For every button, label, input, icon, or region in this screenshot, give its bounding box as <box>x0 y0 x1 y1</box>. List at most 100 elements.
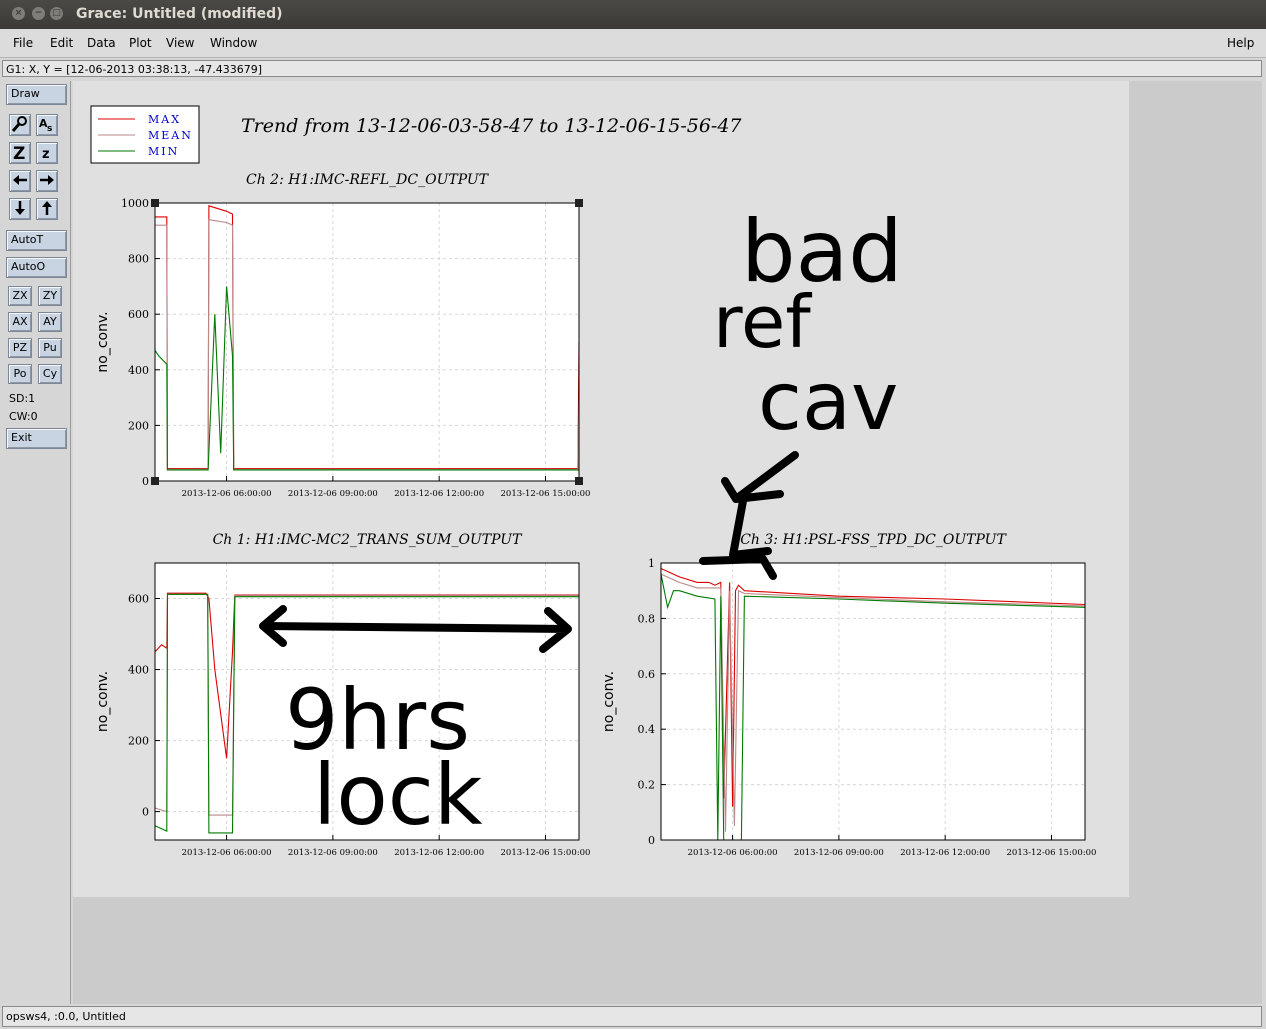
zy-button[interactable]: ZY <box>38 286 62 306</box>
maximize-window-button[interactable]: □ <box>50 7 63 20</box>
zoom-button[interactable] <box>9 114 31 136</box>
chart-title: Ch 3: H1:PSL-FSS_TPD_DC_OUTPUT <box>740 532 1007 548</box>
po-button[interactable]: Po <box>8 364 32 384</box>
cw-indicator: CW:0 <box>9 410 38 423</box>
legend-label-max: MAX <box>148 113 181 126</box>
ay-button[interactable]: AY <box>38 312 62 332</box>
minimize-window-button[interactable]: − <box>32 7 45 20</box>
annotation-ref: ref <box>713 280 812 364</box>
chart-title: Ch 2: H1:IMC-REFL_DC_OUTPUT <box>246 172 490 188</box>
window-title: Grace: Untitled (modified) <box>76 6 283 22</box>
svg-text:s: s <box>47 124 52 133</box>
plot-area <box>155 203 579 481</box>
x-tick-label: 2013-12-06 12:00:00 <box>394 848 484 858</box>
y-tick-label: 0 <box>142 475 149 488</box>
y-tick-label: 200 <box>128 419 149 432</box>
zx-button[interactable]: ZX <box>8 286 32 306</box>
legend: MAX MEAN MIN <box>90 105 200 164</box>
zoom-in-z-icon: Z <box>13 144 25 164</box>
legend-label-min: MIN <box>148 145 179 158</box>
draw-button[interactable]: Draw <box>6 84 67 105</box>
text-button[interactable]: As <box>36 114 58 136</box>
magnifier-icon <box>11 116 27 132</box>
y-tick-label: 0.4 <box>638 723 656 736</box>
menu-view[interactable]: View <box>166 36 194 50</box>
x-tick-label: 2013-12-06 06:00:00 <box>182 848 272 858</box>
sd-indicator: SD:1 <box>9 392 36 405</box>
arrow-up-icon <box>42 201 52 215</box>
text-aa-icon: As <box>39 117 52 134</box>
zoom-in-button[interactable]: Z <box>9 142 31 164</box>
y-axis-label: no_conv. <box>95 311 111 372</box>
selection-handle[interactable] <box>151 199 159 207</box>
y-tick-label: 0.2 <box>638 779 656 792</box>
selection-handle[interactable] <box>575 477 583 485</box>
annotation-cav: cav <box>758 355 898 448</box>
plot-svg[interactable]: MAX MEAN MIN Trend from 13-12-06-03-58-4… <box>73 81 1262 1004</box>
plot-canvas[interactable]: MAX MEAN MIN Trend from 13-12-06-03-58-4… <box>73 81 1262 1004</box>
tool-panel: Draw As Z z AutoT AutoO ZX ZY AX AY PZ P… <box>2 81 71 1004</box>
chart-title: Ch 1: H1:IMC-MC2_TRANS_SUM_OUTPUT <box>213 532 523 548</box>
y-tick-label: 400 <box>128 364 149 377</box>
pz-button[interactable]: PZ <box>8 338 32 358</box>
x-tick-label: 2013-12-06 06:00:00 <box>182 489 272 499</box>
scroll-down-button[interactable] <box>9 198 31 220</box>
autoscale-button[interactable]: AutoT <box>6 230 67 251</box>
menu-edit[interactable]: Edit <box>50 36 73 50</box>
exit-button[interactable]: Exit <box>6 428 67 449</box>
menu-window[interactable]: Window <box>210 36 257 50</box>
arrow-down-icon <box>15 201 25 215</box>
autoticks-button[interactable]: AutoO <box>6 257 67 278</box>
x-tick-label: 2013-12-06 15:00:00 <box>501 489 591 499</box>
x-tick-label: 2013-12-06 09:00:00 <box>288 489 378 499</box>
selection-handle[interactable] <box>575 199 583 207</box>
window-titlebar[interactable]: × − □ Grace: Untitled (modified) <box>0 0 1266 29</box>
y-tick-label: 0 <box>648 834 655 847</box>
x-tick-label: 2013-12-06 15:00:00 <box>1007 848 1097 858</box>
menu-help[interactable]: Help <box>1227 36 1254 50</box>
menu-plot[interactable]: Plot <box>129 36 152 50</box>
menu-bar: File Edit Data Plot View Window Help <box>0 29 1266 58</box>
y-tick-label: 1000 <box>121 197 149 210</box>
main-title: Trend from 13-12-06-03-58-47 to 13-12-06… <box>241 115 742 137</box>
ax-button[interactable]: AX <box>8 312 32 332</box>
y-tick-label: 800 <box>128 253 149 266</box>
y-tick-label: 0.8 <box>638 612 656 625</box>
y-tick-label: 600 <box>128 308 149 321</box>
x-tick-label: 2013-12-06 12:00:00 <box>394 489 484 499</box>
menu-data[interactable]: Data <box>87 36 116 50</box>
arrow-left-icon <box>13 175 27 185</box>
x-tick-label: 2013-12-06 09:00:00 <box>288 848 378 858</box>
x-tick-label: 2013-12-06 15:00:00 <box>501 848 591 858</box>
x-tick-label: 2013-12-06 12:00:00 <box>900 848 990 858</box>
y-tick-label: 600 <box>128 593 149 606</box>
pu-button[interactable]: Pu <box>38 338 62 358</box>
zoom-out-button[interactable]: z <box>36 142 58 164</box>
minimize-icon: − <box>34 8 43 18</box>
arrow-right-icon <box>40 175 54 185</box>
status-bar: opsws4, :0.0, Untitled <box>2 1006 1262 1027</box>
scroll-right-button[interactable] <box>36 170 58 192</box>
selection-handle[interactable] <box>151 477 159 485</box>
x-tick-label: 2013-12-06 06:00:00 <box>688 848 778 858</box>
maximize-icon: □ <box>52 8 61 18</box>
y-tick-label: 0.6 <box>638 668 656 681</box>
y-tick-label: 0 <box>142 806 149 819</box>
annotation-lock: lock <box>313 746 483 844</box>
y-axis-label: no_conv. <box>95 671 111 732</box>
locator-bar: G1: X, Y = [12-06-2013 03:38:13, -47.433… <box>2 60 1262 77</box>
cy-button[interactable]: Cy <box>38 364 62 384</box>
scroll-up-button[interactable] <box>36 198 58 220</box>
scroll-left-button[interactable] <box>9 170 31 192</box>
chart-1: 0 200 400 600 800 1000 2013-12-06 06:00:00 2013… <box>95 172 590 499</box>
chart-3: 0 0.2 0.4 0.6 0.8 1 2013-12-06 06:00:00 2013-12… <box>601 532 1096 858</box>
svg-text:Z: Z <box>13 144 25 161</box>
y-tick-label: 1 <box>648 557 655 570</box>
menu-file[interactable]: File <box>13 36 33 50</box>
legend-label-mean: MEAN <box>148 129 193 142</box>
y-axis-label: no_conv. <box>601 671 617 732</box>
close-window-button[interactable]: × <box>12 7 25 20</box>
svg-text:z: z <box>42 147 50 161</box>
close-icon: × <box>14 8 23 18</box>
x-tick-label: 2013-12-06 09:00:00 <box>794 848 884 858</box>
